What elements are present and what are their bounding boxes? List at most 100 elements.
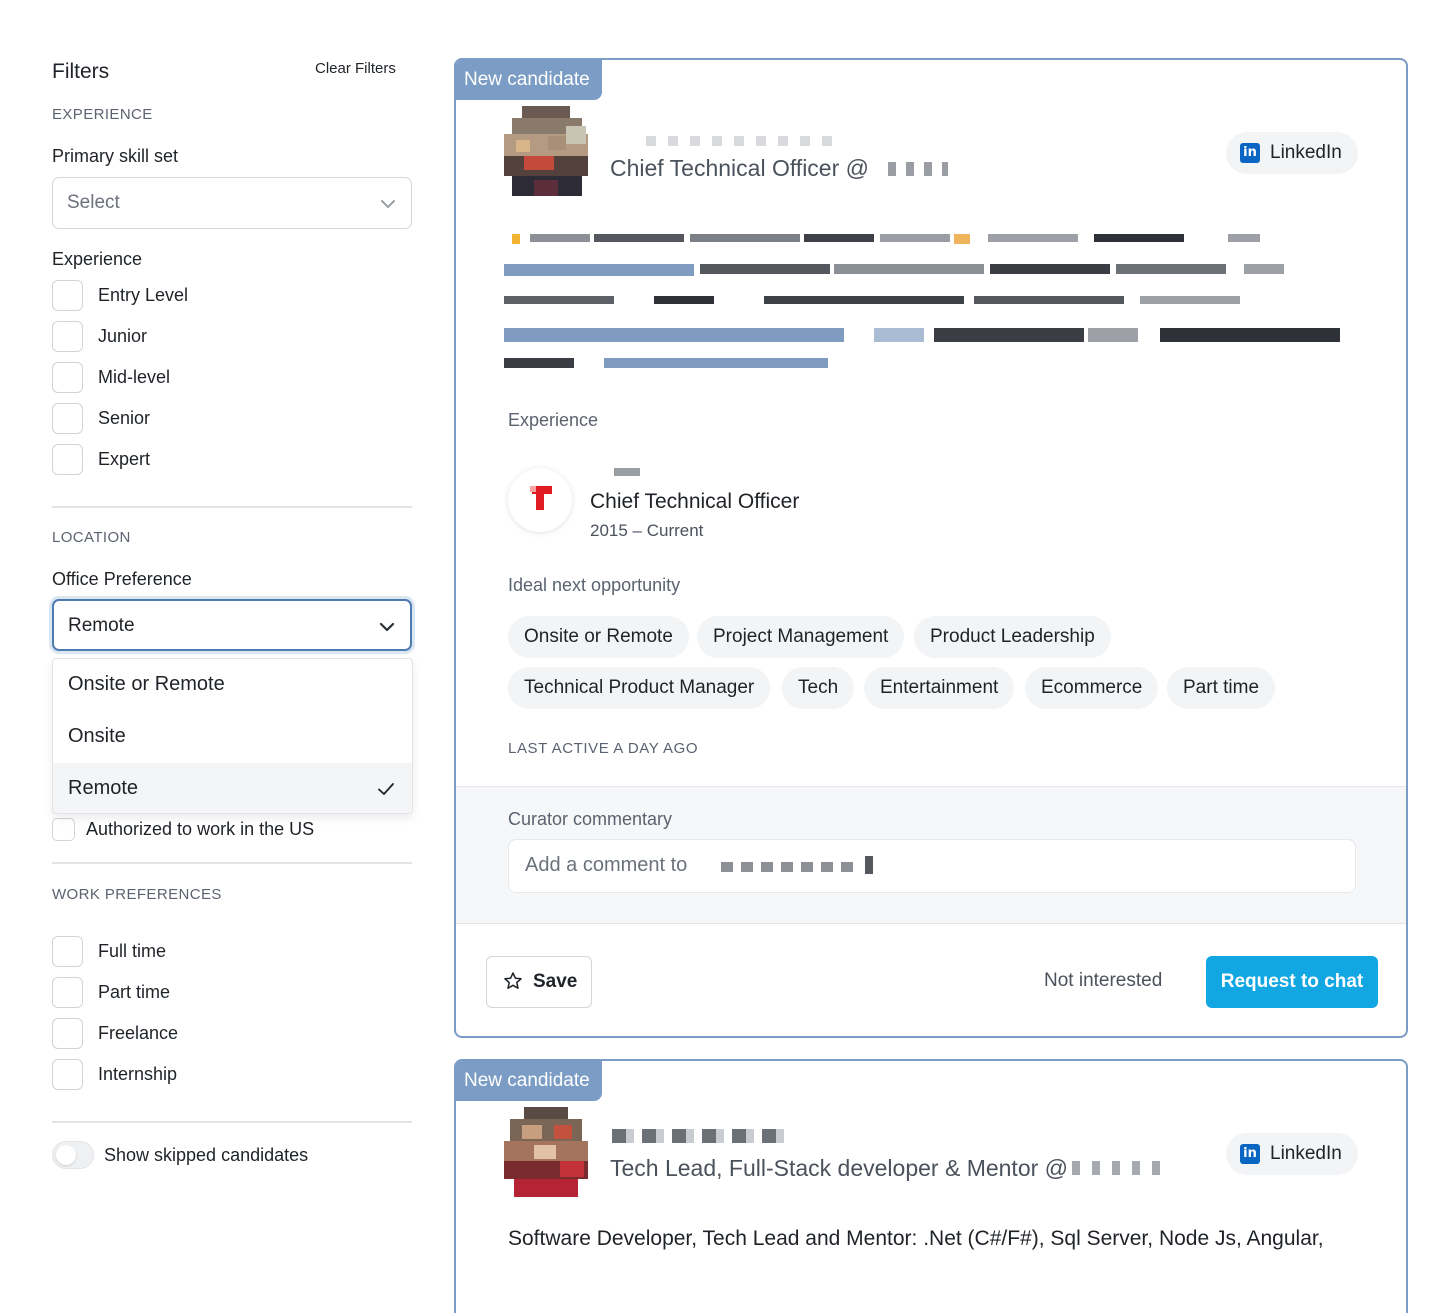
request-to-chat-button[interactable]: Request to chat bbox=[1206, 956, 1378, 1008]
experience-section-heading: EXPERIENCE bbox=[52, 106, 153, 123]
save-label: Save bbox=[533, 971, 578, 992]
save-button[interactable]: Save bbox=[486, 956, 592, 1008]
linkedin-label: LinkedIn bbox=[1270, 1143, 1342, 1164]
dropdown-option-remote[interactable]: Remote bbox=[53, 763, 412, 813]
show-skipped-label: Show skipped candidates bbox=[104, 1145, 309, 1165]
last-active-text: LAST ACTIVE A DAY AGO bbox=[508, 740, 699, 757]
divider bbox=[52, 1121, 412, 1123]
divider bbox=[52, 862, 412, 864]
checkbox-label: Freelance bbox=[98, 1023, 179, 1043]
checkbox[interactable] bbox=[52, 403, 83, 434]
candidate-card: New candidate Chief Technical Officer @ … bbox=[454, 58, 1408, 1038]
checkbox[interactable] bbox=[52, 321, 83, 352]
star-icon bbox=[504, 972, 522, 989]
chevron-down-icon bbox=[381, 200, 395, 208]
show-skipped-toggle[interactable] bbox=[52, 1141, 94, 1169]
redacted-candidate-name bbox=[721, 862, 857, 872]
comment-placeholder: Add a comment to bbox=[525, 854, 688, 876]
office-preference-dropdown: Onsite or Remote Onsite Remote bbox=[52, 658, 413, 814]
candidate-role: Tech Lead, Full-Stack developer & Mentor… bbox=[610, 1155, 1069, 1181]
redacted-company-name bbox=[614, 468, 640, 476]
work-pref-internship[interactable]: Internship bbox=[52, 1059, 412, 1091]
experience-mid-level[interactable]: Mid-level bbox=[52, 362, 412, 394]
office-preference-select[interactable]: Remote bbox=[52, 599, 412, 651]
experience-heading: Experience bbox=[508, 410, 599, 430]
candidate-role: Chief Technical Officer @ bbox=[610, 155, 869, 181]
linkedin-icon: in bbox=[1240, 1144, 1260, 1164]
office-preference-label: Office Preference bbox=[52, 569, 192, 589]
filters-title: Filters bbox=[52, 60, 110, 83]
work-preferences-heading: WORK PREFERENCES bbox=[52, 886, 222, 903]
checkbox-label: Full time bbox=[98, 941, 167, 961]
tag-chip: Product Leadership bbox=[914, 616, 1111, 658]
checkbox[interactable] bbox=[52, 936, 83, 967]
candidate-avatar bbox=[504, 1107, 588, 1197]
work-pref-freelance[interactable]: Freelance bbox=[52, 1018, 412, 1050]
experience-expert[interactable]: Expert bbox=[52, 444, 412, 476]
checkbox-label: Senior bbox=[98, 408, 151, 428]
company-logo bbox=[508, 468, 572, 532]
location-section-heading: LOCATION bbox=[52, 529, 131, 546]
option-label: Onsite bbox=[68, 725, 126, 747]
checkbox[interactable] bbox=[52, 977, 83, 1008]
redacted-company bbox=[1072, 1161, 1172, 1175]
tag-chip: Project Management bbox=[697, 616, 905, 658]
toggle-knob bbox=[56, 1145, 76, 1165]
work-pref-full-time[interactable]: Full time bbox=[52, 936, 412, 968]
experience-senior[interactable]: Senior bbox=[52, 403, 412, 435]
candidate-card: New candidate Tech Lead, Full-Stack deve… bbox=[454, 1059, 1408, 1313]
new-candidate-badge: New candidate bbox=[456, 1061, 602, 1101]
tag-chip: Part time bbox=[1167, 667, 1276, 709]
linkedin-button[interactable]: in LinkedIn bbox=[1226, 1133, 1358, 1175]
checkbox[interactable] bbox=[52, 444, 83, 475]
experience-job-title: Chief Technical Officer bbox=[590, 490, 800, 513]
tag-chip: Technical Product Manager bbox=[508, 667, 771, 709]
redacted-company bbox=[888, 162, 948, 176]
checkbox[interactable] bbox=[52, 280, 83, 311]
checkbox[interactable] bbox=[52, 818, 75, 841]
experience-label: Experience bbox=[52, 249, 143, 269]
checkbox[interactable] bbox=[52, 362, 83, 393]
checkbox[interactable] bbox=[52, 1018, 83, 1049]
checkbox-label: Part time bbox=[98, 982, 171, 1002]
tag-chip: Tech bbox=[782, 667, 855, 709]
not-interested-button[interactable]: Not interested bbox=[1044, 970, 1162, 992]
company-logo-icon bbox=[530, 486, 552, 510]
primary-skill-label: Primary skill set bbox=[52, 146, 179, 166]
candidate-summary: Software Developer, Tech Lead and Mentor… bbox=[508, 1227, 1324, 1250]
checkbox-label: Expert bbox=[98, 449, 151, 469]
checkbox-label: Junior bbox=[98, 326, 148, 346]
dropdown-option-onsite[interactable]: Onsite bbox=[53, 711, 412, 763]
redacted-candidate-name bbox=[865, 856, 873, 874]
work-pref-part-time[interactable]: Part time bbox=[52, 977, 412, 1009]
ideal-opportunity-heading: Ideal next opportunity bbox=[508, 575, 681, 595]
authorized-us-row[interactable]: Authorized to work in the US bbox=[52, 816, 412, 848]
office-preference-value: Remote bbox=[68, 615, 135, 636]
checkbox-label: Entry Level bbox=[98, 285, 189, 305]
primary-skill-select-value: Select bbox=[67, 192, 120, 213]
clear-filters-link[interactable]: Clear Filters bbox=[315, 60, 396, 77]
linkedin-icon: in bbox=[1240, 143, 1260, 163]
experience-entry-level[interactable]: Entry Level bbox=[52, 280, 412, 312]
linkedin-button[interactable]: in LinkedIn bbox=[1226, 132, 1358, 174]
tag-chip: Entertainment bbox=[864, 667, 1015, 709]
tag-chip: Onsite or Remote bbox=[508, 616, 689, 658]
dropdown-option-onsite-or-remote[interactable]: Onsite or Remote bbox=[53, 659, 412, 711]
divider bbox=[52, 506, 412, 508]
primary-skill-select[interactable]: Select bbox=[52, 177, 412, 229]
checkbox[interactable] bbox=[52, 1059, 83, 1090]
tag-chip: Ecommerce bbox=[1025, 667, 1159, 709]
option-label: Onsite or Remote bbox=[68, 673, 225, 695]
redacted-summary bbox=[504, 234, 1340, 368]
authorized-us-label: Authorized to work in the US bbox=[86, 819, 315, 839]
redacted-name bbox=[646, 136, 836, 146]
option-label: Remote bbox=[68, 777, 139, 799]
redacted-name bbox=[612, 1129, 786, 1143]
experience-junior[interactable]: Junior bbox=[52, 321, 412, 353]
comment-input[interactable]: Add a comment to bbox=[508, 839, 1356, 893]
curator-commentary-title: Curator commentary bbox=[508, 809, 673, 829]
checkbox-label: Mid-level bbox=[98, 367, 171, 387]
candidate-avatar bbox=[504, 106, 588, 196]
checkbox-label: Internship bbox=[98, 1064, 178, 1084]
new-candidate-badge: New candidate bbox=[456, 60, 602, 100]
